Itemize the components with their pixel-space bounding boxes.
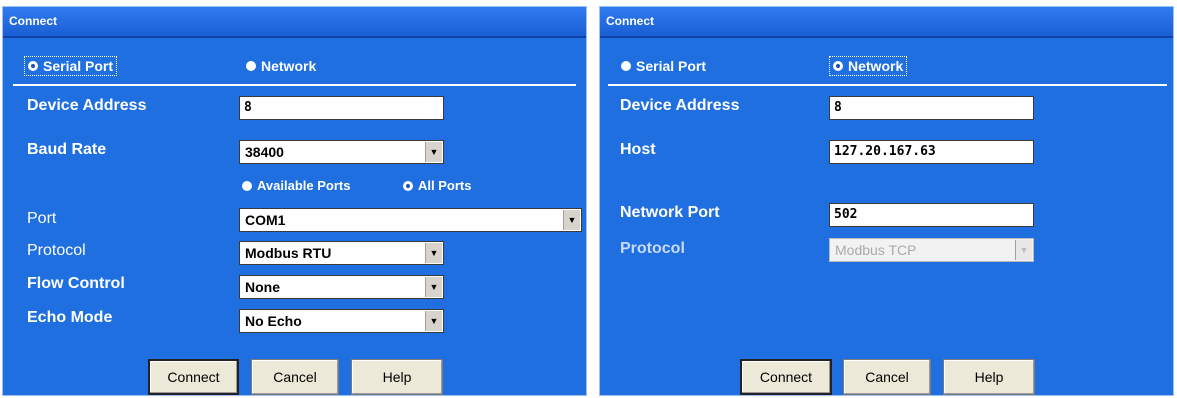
network-port-label: Network Port — [620, 204, 720, 221]
connect-dialog-network: Connect Serial Port Network Device Addre… — [599, 6, 1174, 396]
serial-port-radio-label: Serial Port — [43, 58, 114, 74]
network-radio-label: Network — [848, 58, 904, 74]
radio-checked-icon — [833, 61, 843, 71]
protocol-value: Modbus TCP — [835, 242, 917, 258]
connect-dialog-serial: Connect Serial Port Network Device Addre… — [2, 6, 587, 396]
chevron-down-icon[interactable]: ▼ — [425, 311, 442, 331]
baud-rate-select[interactable]: 38400 ▼ — [239, 140, 444, 164]
dialog-title: Connect — [600, 7, 1173, 38]
serial-port-radio-label: Serial Port — [636, 58, 707, 74]
protocol-select: Modbus TCP ▼ — [829, 238, 1034, 262]
host-label: Host — [620, 141, 656, 158]
help-button[interactable]: Help — [351, 359, 443, 395]
echo-mode-select[interactable]: No Echo ▼ — [239, 309, 444, 333]
radio-unchecked-icon — [621, 61, 631, 71]
connect-button[interactable]: Connect — [740, 359, 832, 395]
dialog-title: Connect — [3, 7, 586, 38]
device-address-label: Device Address — [620, 97, 740, 114]
cancel-button[interactable]: Cancel — [843, 359, 931, 395]
baud-rate-value: 38400 — [245, 144, 284, 160]
all-ports-radio[interactable]: All Ports — [400, 177, 474, 194]
all-ports-label: All Ports — [418, 178, 472, 193]
separator — [13, 84, 576, 86]
chevron-down-icon[interactable]: ▼ — [425, 243, 442, 263]
serial-port-radio[interactable]: Serial Port — [618, 57, 709, 75]
chevron-down-icon[interactable]: ▼ — [425, 277, 442, 297]
network-radio[interactable]: Network — [828, 56, 908, 76]
echo-mode-value: No Echo — [245, 313, 302, 329]
protocol-value: Modbus RTU — [245, 245, 332, 261]
port-value: COM1 — [245, 212, 286, 228]
device-address-field[interactable]: 8 — [239, 96, 444, 120]
device-address-label: Device Address — [27, 97, 147, 114]
port-select[interactable]: COM1 ▼ — [239, 208, 582, 232]
radio-checked-icon — [28, 61, 38, 71]
protocol-label: Protocol — [27, 242, 86, 259]
flow-control-select[interactable]: None ▼ — [239, 275, 444, 299]
available-ports-radio[interactable]: Available Ports — [239, 177, 353, 194]
radio-checked-icon — [403, 180, 413, 191]
network-radio-label: Network — [261, 58, 317, 74]
chevron-down-icon[interactable]: ▼ — [425, 142, 442, 162]
baud-rate-label: Baud Rate — [27, 141, 107, 158]
network-radio[interactable]: Network — [243, 57, 319, 75]
flow-control-value: None — [245, 279, 280, 295]
help-button[interactable]: Help — [943, 359, 1035, 395]
serial-port-radio[interactable]: Serial Port — [23, 56, 118, 76]
cancel-button[interactable]: Cancel — [251, 359, 339, 395]
radio-unchecked-icon — [246, 61, 256, 71]
protocol-select[interactable]: Modbus RTU ▼ — [239, 241, 444, 265]
chevron-down-icon: ▼ — [1015, 240, 1032, 260]
connect-button[interactable]: Connect — [148, 359, 239, 395]
echo-mode-label: Echo Mode — [27, 309, 113, 326]
flow-control-label: Flow Control — [27, 275, 125, 292]
port-label: Port — [27, 210, 57, 227]
device-address-field[interactable]: 8 — [829, 96, 1034, 120]
available-ports-label: Available Ports — [257, 178, 351, 193]
radio-unchecked-icon — [242, 180, 252, 191]
host-field[interactable]: 127.20.167.63 — [829, 140, 1034, 164]
separator — [608, 84, 1167, 86]
chevron-down-icon[interactable]: ▼ — [563, 210, 580, 230]
protocol-label: Protocol — [620, 240, 685, 257]
network-port-field[interactable]: 502 — [829, 203, 1034, 227]
